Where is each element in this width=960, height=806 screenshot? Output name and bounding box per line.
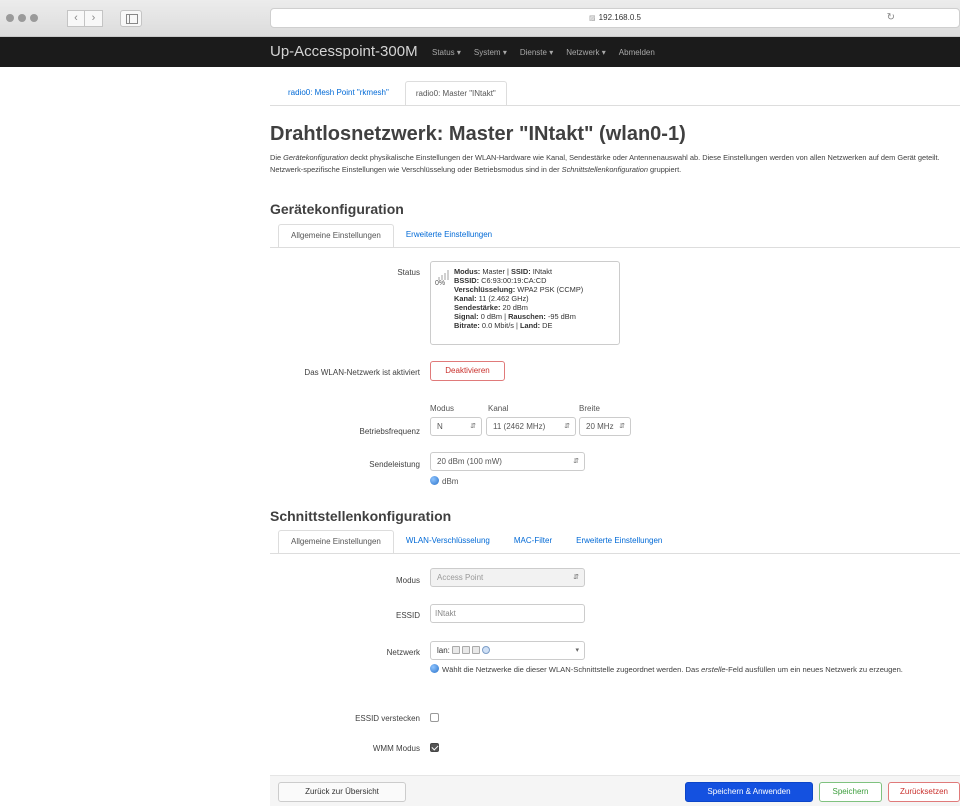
dropdown-arrow-icon: ▾ — [575, 647, 579, 654]
status-label: Status — [397, 268, 420, 277]
device-tabs-divider — [270, 247, 960, 248]
minimize-window-dot[interactable] — [18, 14, 26, 22]
sidebar-toggle-icon[interactable] — [120, 10, 142, 27]
page-description: Die Gerätekonfiguration deckt physikalis… — [270, 153, 940, 174]
select-arrow-icon: ⇵ — [573, 574, 579, 581]
txpower-unit-hint: dBm — [430, 476, 458, 486]
txpower-select[interactable]: 20 dBm (100 mW) ⇵ — [430, 452, 585, 471]
freq-channel-select[interactable]: 11 (2462 MHz) ⇵ — [486, 417, 576, 436]
tab-device-general[interactable]: Allgemeine Einstellungen — [278, 224, 394, 248]
browser-toolbar: ‹ › ▨ 192.168.0.5 ↻ — [0, 0, 960, 37]
reset-button[interactable]: Zurücksetzen — [888, 782, 960, 802]
signal-percent: 0% — [435, 280, 446, 287]
ethernet-icon — [471, 646, 480, 654]
network-select[interactable]: lan: ▾ — [430, 641, 585, 660]
hide-essid-label: ESSID verstecken — [355, 714, 420, 723]
forward-icon[interactable]: › — [85, 10, 103, 27]
essid-label: ESSID — [395, 611, 420, 620]
close-window-dot[interactable] — [6, 14, 14, 22]
freq-width-header: Breite — [579, 404, 600, 413]
address-bar[interactable]: ▨ 192.168.0.5 ↻ — [270, 8, 960, 28]
iface-config-heading: Schnittstellenkonfiguration — [270, 508, 452, 524]
select-arrow-icon: ⇵ — [619, 423, 625, 430]
tab-iface-advanced[interactable]: Erweiterte Einstellungen — [564, 530, 674, 554]
device-config-heading: Gerätekonfiguration — [270, 201, 404, 217]
freq-mode-header: Modus — [430, 404, 455, 413]
network-label: Netzwerk — [386, 648, 420, 657]
network-help-text: Wählt die Netzwerke die dieser WLAN-Schn… — [430, 664, 960, 676]
wmm-mode-label: WMM Modus — [372, 744, 420, 753]
info-icon — [430, 476, 439, 485]
select-arrow-icon: ⇵ — [564, 423, 570, 430]
deactivate-button[interactable]: Deaktivieren — [430, 361, 505, 381]
wmm-mode-checkbox[interactable] — [430, 743, 439, 752]
wifi-icon — [481, 646, 490, 654]
iface-mode-select[interactable]: Access Point ⇵ — [430, 568, 585, 587]
lock-icon: ▨ — [589, 15, 596, 22]
radio-tabs: radio0: Mesh Point "rkmesh" radio0: Mast… — [278, 81, 507, 106]
menu-dienste[interactable]: Dienste ▾ — [520, 48, 553, 57]
ethernet-icon — [451, 646, 460, 654]
iface-config-tabs: Allgemeine Einstellungen WLAN-Verschlüss… — [278, 530, 674, 554]
status-details: Modus: Master | SSID: INtakt BSSID: C6:9… — [454, 267, 584, 330]
select-arrow-icon: ⇵ — [573, 458, 579, 465]
tab-iface-macfilter[interactable]: MAC-Filter — [502, 530, 564, 554]
device-config-tabs: Allgemeine Einstellungen Erweiterte Eins… — [278, 224, 504, 248]
page-title: Drahtlosnetzwerk: Master "INtakt" (wlan0… — [270, 123, 686, 145]
menu-netzwerk[interactable]: Netzwerk ▾ — [566, 48, 606, 57]
brand-title[interactable]: Up-Accesspoint-300M — [270, 43, 418, 60]
iface-mode-label: Modus — [395, 576, 420, 585]
zoom-window-dot[interactable] — [30, 14, 38, 22]
iface-tabs-divider — [270, 553, 960, 554]
url-text: 192.168.0.5 — [598, 13, 641, 22]
tab-device-advanced[interactable]: Erweiterte Einstellungen — [394, 224, 504, 248]
signal-strength-icon — [438, 270, 450, 280]
menu-abmelden[interactable]: Abmelden — [619, 48, 655, 57]
tab-master[interactable]: radio0: Master "INtakt" — [404, 81, 507, 106]
info-icon — [430, 664, 439, 673]
txpower-label: Sendeleistung — [369, 460, 420, 469]
back-to-overview-button[interactable]: Zurück zur Übersicht — [278, 782, 406, 802]
freq-mode-select[interactable]: N ⇵ — [430, 417, 482, 436]
essid-input[interactable]: INtakt — [430, 604, 585, 623]
action-bar: Zurück zur Übersicht Speichern & Anwende… — [270, 775, 960, 806]
top-navbar: Up-Accesspoint-300M Status ▾ System ▾ Di… — [0, 37, 960, 67]
hide-essid-checkbox[interactable] — [430, 713, 439, 722]
wlan-enabled-label: Das WLAN-Netzwerk ist aktiviert — [304, 368, 420, 377]
freq-channel-header: Kanal — [488, 404, 509, 413]
freq-label: Betriebsfrequenz — [359, 427, 420, 436]
ethernet-icon — [461, 646, 470, 654]
reload-icon[interactable]: ↻ — [887, 9, 895, 27]
select-arrow-icon: ⇵ — [470, 423, 476, 430]
tabs-divider — [270, 105, 960, 106]
menu-system[interactable]: System ▾ — [474, 48, 507, 57]
tab-iface-general[interactable]: Allgemeine Einstellungen — [278, 530, 394, 554]
tab-iface-encryption[interactable]: WLAN-Verschlüsselung — [394, 530, 502, 554]
save-button[interactable]: Speichern — [819, 782, 882, 802]
freq-width-select[interactable]: 20 MHz ⇵ — [579, 417, 631, 436]
back-icon[interactable]: ‹ — [67, 10, 85, 27]
menu-status[interactable]: Status ▾ — [432, 48, 461, 57]
tab-mesh-point[interactable]: radio0: Mesh Point "rkmesh" — [278, 81, 399, 106]
save-apply-button[interactable]: Speichern & Anwenden — [685, 782, 813, 802]
status-box: 0% Modus: Master | SSID: INtakt BSSID: C… — [430, 261, 620, 345]
main-menu: Status ▾ System ▾ Dienste ▾ Netzwerk ▾ A… — [432, 48, 655, 57]
window-controls[interactable] — [6, 14, 38, 22]
